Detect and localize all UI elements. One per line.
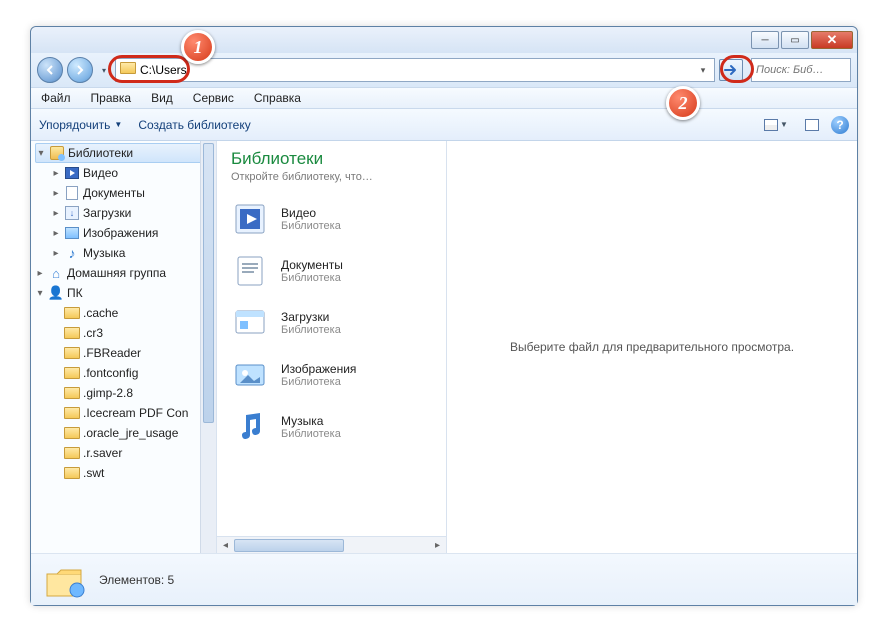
title-bar: ─ ▭ ✕ [31, 27, 857, 53]
tree-folder[interactable]: .fontconfig [35, 363, 216, 383]
content-header: Библиотеки Откройте библиотеку, что… [217, 141, 446, 187]
tree-homegroup[interactable]: ▸⌂Домашняя группа [35, 263, 216, 283]
go-button[interactable] [719, 59, 743, 81]
library-item-documents[interactable]: ДокументыБиблиотека [217, 245, 446, 297]
forward-button[interactable] [67, 57, 93, 83]
minimize-button[interactable]: ─ [751, 31, 779, 49]
tree-folder[interactable]: .gimp-2.8 [35, 383, 216, 403]
content-title: Библиотеки [231, 149, 432, 169]
tree-folder[interactable]: .cache [35, 303, 216, 323]
status-text: Элементов: 5 [99, 573, 174, 587]
tree-video[interactable]: ▸Видео [35, 163, 216, 183]
libraries-icon [43, 560, 89, 600]
menu-edit[interactable]: Правка [81, 88, 142, 108]
back-button[interactable] [37, 57, 63, 83]
tree-folder[interactable]: .r.saver [35, 443, 216, 463]
close-button[interactable]: ✕ [811, 31, 853, 49]
content-subtitle: Откройте библиотеку, что… [231, 171, 432, 183]
explorer-window: ─ ▭ ✕ ▾ ▾ 🔍 Файл Правка Вид Сервис Справ… [30, 26, 858, 606]
nav-scrollbar[interactable] [200, 141, 216, 553]
tree-folder[interactable]: .swt [35, 463, 216, 483]
view-mode-button[interactable]: ▼ [759, 115, 793, 135]
preview-pane-button[interactable] [801, 115, 823, 135]
menu-help[interactable]: Справка [244, 88, 311, 108]
tree-downloads[interactable]: ▸Загрузки [35, 203, 216, 223]
library-item-music[interactable]: МузыкаБиблиотека [217, 401, 446, 453]
address-dropdown[interactable]: ▾ [696, 65, 710, 76]
homegroup-icon: ⌂ [48, 265, 64, 281]
annotation-callout-2: 2 [666, 86, 700, 120]
documents-icon [229, 250, 271, 292]
go-arrow-icon [723, 62, 739, 78]
tree-music[interactable]: ▸♪Музыка [35, 243, 216, 263]
tree-folder[interactable]: .cr3 [35, 323, 216, 343]
menu-view[interactable]: Вид [141, 88, 183, 108]
menu-file[interactable]: Файл [31, 88, 81, 108]
tree-folder[interactable]: .Icecream PDF Con [35, 403, 216, 423]
tree-folder[interactable]: .oracle_jre_usage [35, 423, 216, 443]
menu-tools[interactable]: Сервис [183, 88, 244, 108]
arrow-right-icon [74, 64, 86, 76]
search-box[interactable]: 🔍 [751, 58, 851, 82]
tree-folder[interactable]: .FBReader [35, 343, 216, 363]
tree-pc[interactable]: ▾👤ПК [35, 283, 216, 303]
library-item-downloads[interactable]: ЗагрузкиБиблиотека [217, 297, 446, 349]
library-item-pictures[interactable]: ИзображенияБиблиотека [217, 349, 446, 401]
nav-history-dropdown[interactable]: ▾ [97, 60, 111, 80]
explorer-body: ▾Библиотеки ▸Видео ▸Документы ▸Загрузки … [31, 141, 857, 553]
preview-placeholder: Выберите файл для предварительного просм… [510, 340, 794, 354]
navigation-pane: ▾Библиотеки ▸Видео ▸Документы ▸Загрузки … [31, 141, 217, 553]
content-h-scrollbar[interactable]: ◂▸ [217, 536, 446, 553]
music-icon [229, 406, 271, 448]
library-item-video[interactable]: ВидеоБиблиотека [217, 193, 446, 245]
search-input[interactable] [756, 64, 893, 76]
arrow-left-icon [44, 64, 56, 76]
user-icon: 👤 [48, 285, 64, 301]
downloads-icon [229, 302, 271, 344]
menu-bar: Файл Правка Вид Сервис Справка [31, 87, 857, 109]
tree-pictures[interactable]: ▸Изображения [35, 223, 216, 243]
command-bar: Упорядочить▼ Создать библиотеку ▼ ? [31, 109, 857, 141]
preview-pane: Выберите файл для предварительного просм… [447, 141, 857, 553]
music-icon: ♪ [64, 245, 80, 261]
nav-bar: ▾ ▾ 🔍 [31, 53, 857, 87]
details-pane: Элементов: 5 [31, 553, 857, 605]
address-input[interactable] [140, 63, 696, 77]
pictures-icon [229, 354, 271, 396]
content-pane: Библиотеки Откройте библиотеку, что… Вид… [217, 141, 447, 553]
new-library-button[interactable]: Создать библиотеку [138, 118, 250, 132]
help-button[interactable]: ? [831, 116, 849, 134]
annotation-callout-1: 1 [181, 30, 215, 64]
tree-documents[interactable]: ▸Документы [35, 183, 216, 203]
video-icon [229, 198, 271, 240]
maximize-button[interactable]: ▭ [781, 31, 809, 49]
organize-button[interactable]: Упорядочить▼ [39, 118, 122, 132]
tree-libraries[interactable]: ▾Библиотеки [35, 143, 216, 163]
folder-icon [120, 62, 136, 78]
